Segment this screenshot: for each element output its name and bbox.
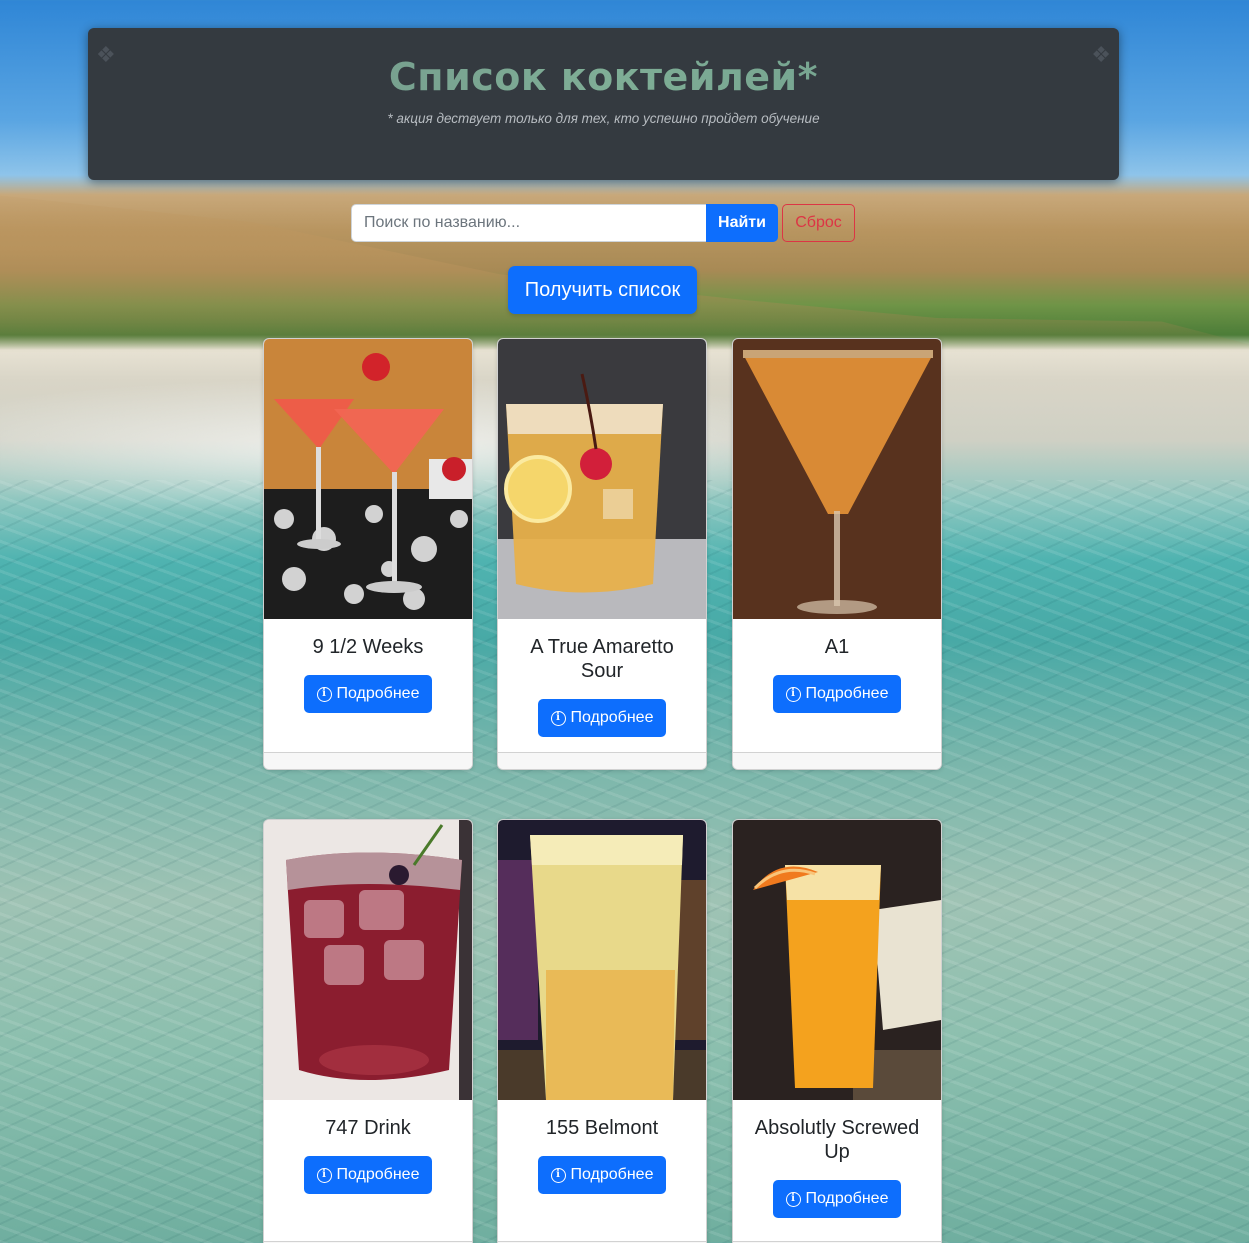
details-label: Подробнее (570, 709, 654, 726)
info-icon: i (316, 1167, 332, 1183)
find-button[interactable]: Найти (706, 204, 778, 242)
info-icon: i (550, 1167, 566, 1183)
cocktail-name: 155 Belmont (545, 1117, 659, 1139)
cocktail-card: 155 Belmont i Подробнее (497, 819, 707, 1243)
details-label: Подробнее (336, 1166, 420, 1183)
cocktail-image (264, 820, 472, 1100)
details-button[interactable]: i Подробнее (772, 1180, 902, 1218)
details-label: Подробнее (336, 685, 420, 702)
cocktail-card: Absolutly Screwed Up i Подробнее (732, 819, 942, 1243)
ornament-icon: ❖ (96, 42, 116, 67)
search-bar: Найти Сброс (351, 204, 855, 242)
info-icon: i (785, 1191, 801, 1207)
details-button[interactable]: i Подробнее (537, 1156, 667, 1194)
page-subtitle: * акция дествует только для тех, кто усп… (387, 111, 820, 126)
cocktail-name: 747 Drink (325, 1117, 411, 1139)
details-button[interactable]: i Подробнее (772, 675, 902, 713)
cocktail-card: A True Amaretto Sour i Подробнее (497, 338, 707, 770)
card-footer (498, 752, 706, 769)
details-button[interactable]: i Подробнее (537, 699, 667, 737)
details-label: Подробнее (805, 685, 889, 702)
cocktail-image (498, 339, 706, 619)
details-button[interactable]: i Подробнее (303, 1156, 433, 1194)
details-label: Подробнее (805, 1190, 889, 1207)
reset-button[interactable]: Сброс (782, 204, 855, 242)
details-label: Подробнее (570, 1166, 654, 1183)
cocktail-name: Absolutly Screwed Up (754, 1117, 920, 1163)
info-icon: i (785, 686, 801, 702)
cocktail-image (498, 820, 706, 1100)
cocktail-name: 9 1/2 Weeks (312, 636, 424, 658)
cocktail-card: 747 Drink i Подробнее (263, 819, 473, 1243)
page-title: Список коктейлей* (88, 55, 1119, 99)
cocktail-name: A True Amaretto Sour (530, 636, 674, 682)
cocktail-image (733, 820, 941, 1100)
card-footer (264, 752, 472, 769)
info-icon: i (550, 710, 566, 726)
cocktail-image (733, 339, 941, 619)
get-list-button[interactable]: Получить список (508, 266, 697, 314)
search-input[interactable] (351, 204, 706, 242)
cocktail-card: 9 1/2 Weeks i Подробнее (263, 338, 473, 770)
card-footer (733, 752, 941, 769)
cocktail-card: A1 i Подробнее (732, 338, 942, 770)
cocktail-image (264, 339, 472, 619)
info-icon: i (316, 686, 332, 702)
ornament-icon: ❖ (1091, 42, 1111, 67)
details-button[interactable]: i Подробнее (303, 675, 433, 713)
header-panel: ❖ ❖ Список коктейлей* * акция дествует т… (88, 28, 1119, 180)
cocktail-name: A1 (824, 636, 850, 658)
